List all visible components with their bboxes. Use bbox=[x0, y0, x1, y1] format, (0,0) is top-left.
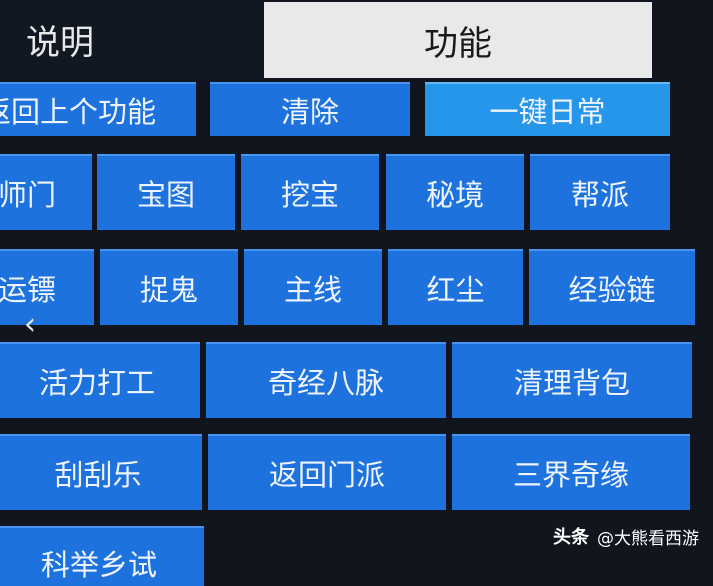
zhuogui-button[interactable]: 捉鬼 bbox=[100, 249, 238, 325]
chevron-left-icon[interactable]: ‹ bbox=[24, 310, 36, 340]
back-to-previous-button[interactable]: 返回上个功能 bbox=[0, 82, 196, 136]
zhuxian-button[interactable]: 主线 bbox=[244, 249, 382, 325]
baotu-button[interactable]: 宝图 bbox=[97, 154, 235, 230]
scratch-card-button[interactable]: 刮刮乐 bbox=[0, 434, 202, 510]
bangpai-button[interactable]: 帮派 bbox=[530, 154, 670, 230]
meridians-button[interactable]: 奇经八脉 bbox=[206, 342, 446, 418]
mijing-button[interactable]: 秘境 bbox=[386, 154, 524, 230]
experience-chain-button[interactable]: 经验链 bbox=[529, 249, 695, 325]
tab-function[interactable]: 功能 bbox=[264, 2, 652, 78]
watermark-handle: @大熊看西游 bbox=[597, 528, 699, 549]
clean-bag-button[interactable]: 清理背包 bbox=[452, 342, 692, 418]
vitality-work-button[interactable]: 活力打工 bbox=[0, 342, 200, 418]
one-click-daily-button[interactable]: 一键日常 bbox=[425, 82, 670, 136]
hongchen-button[interactable]: 红尘 bbox=[388, 249, 523, 325]
return-sect-button[interactable]: 返回门派 bbox=[208, 434, 446, 510]
watermark: 头条 @大熊看西游 bbox=[553, 523, 699, 549]
yunbiao-button[interactable]: 运镖 bbox=[0, 249, 94, 325]
watermark-brand: 头条 bbox=[553, 527, 589, 548]
imperial-exam-button[interactable]: 科举乡试 bbox=[0, 526, 204, 586]
tab-info[interactable]: 说明 bbox=[0, 0, 262, 78]
clear-button[interactable]: 清除 bbox=[210, 82, 410, 136]
wabao-button[interactable]: 挖宝 bbox=[241, 154, 379, 230]
shimen-button[interactable]: 师门 bbox=[0, 154, 92, 230]
three-realms-button[interactable]: 三界奇缘 bbox=[452, 434, 690, 510]
